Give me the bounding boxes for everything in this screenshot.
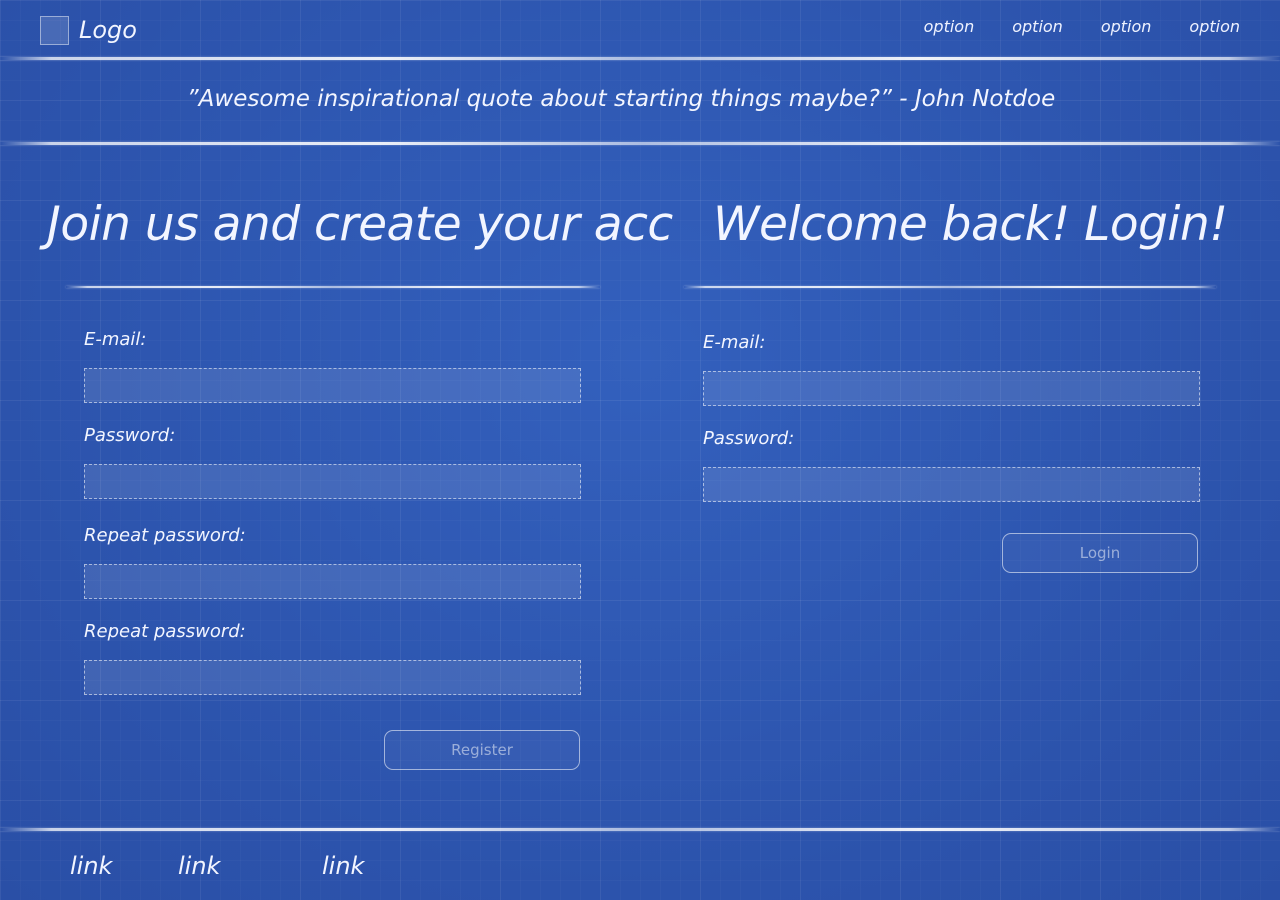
footer-link-3[interactable]: link [322,850,364,882]
quote-divider [0,142,1280,145]
register-email-label: E-mail: [84,329,147,350]
register-email-input[interactable] [84,368,581,403]
register-repeat-password-input[interactable] [84,564,581,599]
footer-divider [0,828,1280,831]
register-heading: Join us and create your acc [47,197,673,252]
logo-text[interactable]: Logo [79,14,137,46]
logo-icon[interactable] [40,16,69,45]
top-nav: option option option option [924,16,1240,38]
register-password-input[interactable] [84,464,581,499]
login-password-input[interactable] [703,467,1200,502]
footer-link-2[interactable]: link [178,850,220,882]
register-button[interactable]: Register [384,730,580,770]
register-repeat-password-label: Repeat password: [84,525,246,546]
nav-option-4[interactable]: option [1189,16,1240,38]
login-password-label: Password: [703,428,795,449]
quote-text: ”Awesome inspirational quote about start… [186,86,1056,112]
nav-option-1[interactable]: option [924,16,975,38]
nav-option-2[interactable]: option [1012,16,1063,38]
login-email-label: E-mail: [703,332,766,353]
header-divider [0,57,1280,60]
login-email-input[interactable] [703,371,1200,406]
register-repeat-password-label-2: Repeat password: [84,621,246,642]
footer-link-1[interactable]: link [70,850,112,882]
register-password-label: Password: [84,425,176,446]
login-heading: Welcome back! Login! [713,197,1228,252]
login-button[interactable]: Login [1002,533,1198,573]
register-heading-divider [66,286,600,288]
login-heading-divider [684,286,1216,288]
register-repeat-password-input-2[interactable] [84,660,581,695]
nav-option-3[interactable]: option [1101,16,1152,38]
